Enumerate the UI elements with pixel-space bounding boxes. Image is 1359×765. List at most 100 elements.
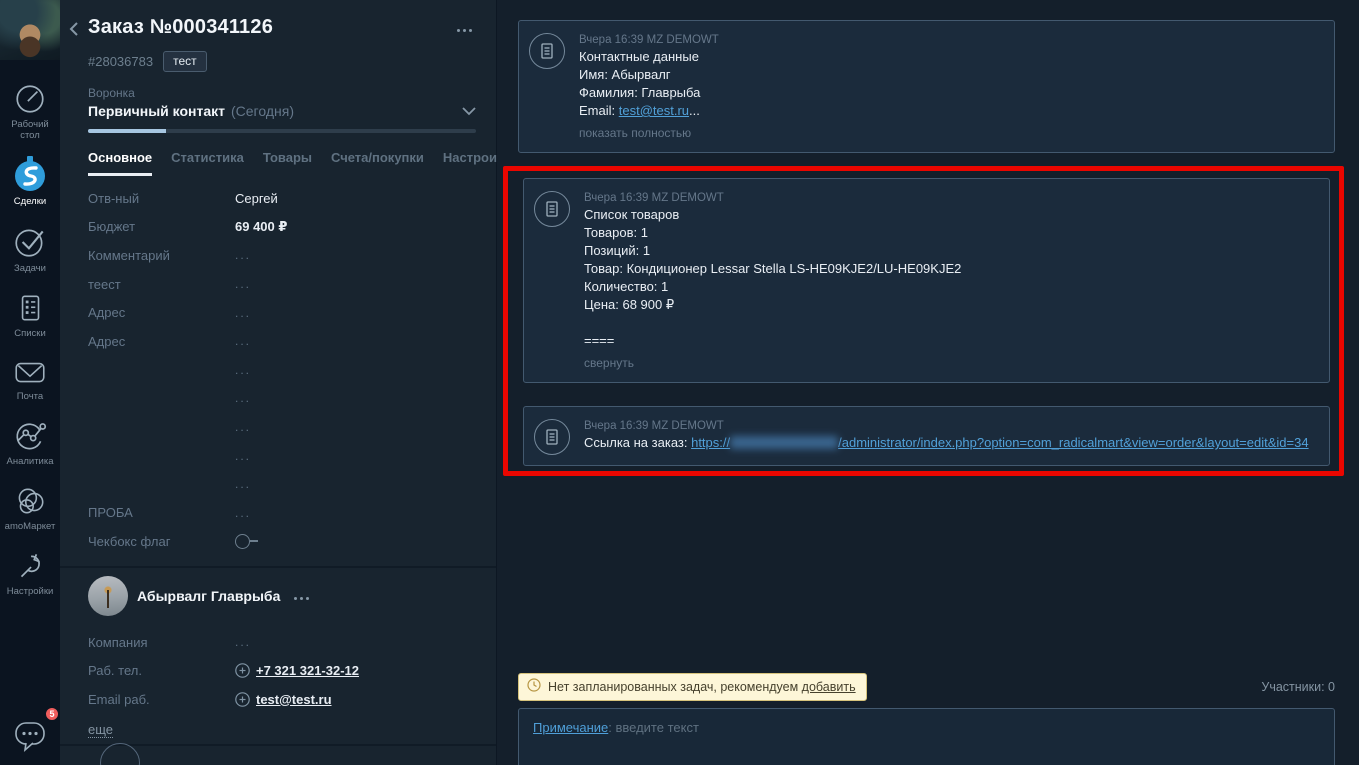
plus-circle-icon[interactable] — [235, 692, 250, 707]
stage-selector[interactable]: Первичный контакт (Сегодня) — [88, 103, 476, 119]
note-type-selector[interactable]: Примечание — [533, 720, 608, 735]
event-feed: Вчера 16:39 MZ DEMOWT Контактные данные … — [497, 0, 1359, 765]
lead-tag[interactable]: тест — [163, 51, 207, 72]
lead-header: Заказ №000341126 — [88, 0, 476, 39]
chat-unread-badge: 5 — [44, 706, 60, 722]
field-row: ... — [88, 356, 476, 385]
field-value[interactable]: ... — [235, 306, 251, 320]
collapse-link[interactable]: свернуть — [584, 354, 961, 372]
sidebar-item-label: Аналитика — [6, 456, 53, 467]
lead-tabs: Основное Статистика Товары Счета/покупки… — [88, 150, 476, 176]
note-timestamp: Вчера 16:39 MZ DEMOWT — [584, 190, 961, 206]
field-value[interactable]: Сергей — [235, 191, 278, 206]
sidebar-item-analytics[interactable]: Аналитика — [0, 419, 60, 467]
field-row: Бюджет69 400 ₽ — [88, 213, 476, 242]
note-input-placeholder: : введите текст — [608, 720, 699, 735]
page-title: Заказ №000341126 — [88, 16, 273, 39]
note-doc-icon — [529, 33, 565, 69]
user-avatar[interactable] — [0, 0, 60, 60]
stage-name: Первичный контакт — [88, 103, 225, 119]
lead-fields: Отв-ныйСергей Бюджет69 400 ₽ Комментарий… — [88, 184, 476, 556]
sidebar-item-mail[interactable]: Почта — [0, 356, 60, 402]
show-full-link[interactable]: показать полностью — [579, 124, 719, 142]
sidebar-item-market[interactable]: amoМаркет — [0, 484, 60, 532]
field-row: ... — [88, 441, 476, 470]
field-row: Email раб. test@test.ru — [88, 685, 476, 714]
market-icon — [12, 484, 48, 518]
sidebar-item-deals[interactable]: Сделки — [0, 155, 60, 207]
field-row: Чекбокс флаг — [88, 527, 476, 556]
show-more-link[interactable]: еще — [88, 722, 113, 738]
sidebar-item-label: Списки — [14, 328, 46, 339]
order-url-link[interactable]: https:///administrator/index.php?option=… — [691, 435, 1308, 450]
analytics-icon — [12, 419, 48, 453]
field-value[interactable]: ... — [235, 391, 251, 405]
chevron-down-icon[interactable] — [462, 104, 476, 119]
mail-icon — [12, 356, 48, 388]
dashboard-icon — [13, 82, 47, 116]
field-value[interactable]: ... — [235, 420, 251, 434]
sidebar-item-label: Настройки — [7, 586, 54, 597]
deals-icon — [12, 155, 48, 193]
contact-email-link[interactable]: test@test.ru — [256, 692, 332, 707]
contact-name[interactable]: Абырвалг Главрыба — [137, 588, 280, 604]
chat-button[interactable]: 5 — [10, 714, 50, 757]
field-row: Компания ... — [88, 628, 476, 657]
stage-progress-bar[interactable] — [88, 129, 476, 133]
sidebar-item-label: Сделки — [14, 196, 46, 207]
tab-invoices[interactable]: Счета/покупки — [331, 150, 424, 176]
field-value[interactable]: ... — [235, 248, 251, 262]
sidebar-item-label: Задачи — [14, 263, 46, 274]
tasks-icon — [12, 224, 48, 260]
feed-bottom-row: Нет запланированных задач, рекомендуем д… — [518, 673, 1335, 701]
contact-avatar[interactable] — [88, 576, 128, 616]
clock-icon — [527, 678, 541, 695]
sidebar-item-lists[interactable]: Списки — [0, 291, 60, 339]
sidebar-item-tasks[interactable]: Задачи — [0, 224, 60, 274]
feed-note-product-list[interactable]: Вчера 16:39 MZ DEMOWT Список товаров Тов… — [523, 178, 1330, 383]
note-input[interactable]: Примечание: введите текст — [518, 708, 1335, 765]
chat-icon — [10, 742, 50, 757]
company-value[interactable]: ... — [235, 635, 251, 649]
field-value[interactable]: ... — [235, 277, 251, 291]
add-task-link[interactable]: добавить — [802, 680, 856, 694]
sidebar-item-desktop[interactable]: Рабочий стол — [0, 82, 60, 141]
stage-note: (Сегодня) — [231, 103, 294, 119]
field-row: Раб. тел. +7 321 321-32-12 — [88, 656, 476, 685]
email-link[interactable]: test@test.ru — [619, 103, 689, 118]
field-row: Адрес... — [88, 298, 476, 327]
participants-count: Участники: 0 — [1261, 680, 1335, 694]
more-icon[interactable] — [291, 585, 312, 606]
divider — [60, 566, 496, 568]
tab-stats[interactable]: Статистика — [171, 150, 244, 176]
tab-main[interactable]: Основное — [88, 150, 152, 176]
field-value[interactable]: ... — [235, 449, 251, 463]
field-row: Комментарий... — [88, 241, 476, 270]
feed-note-contact-data[interactable]: Вчера 16:39 MZ DEMOWT Контактные данные … — [518, 20, 1335, 153]
checkbox-toggle[interactable] — [235, 534, 258, 549]
back-icon[interactable] — [68, 21, 80, 40]
field-row: ... — [88, 470, 476, 499]
contact-phone-link[interactable]: +7 321 321-32-12 — [256, 663, 359, 678]
feed-note-order-link[interactable]: Вчера 16:39 MZ DEMOWT Ссылка на заказ: h… — [523, 406, 1330, 466]
field-value[interactable]: ... — [235, 363, 251, 377]
field-value[interactable]: ... — [235, 506, 251, 520]
sidebar-item-label: amoМаркет — [5, 521, 56, 532]
field-value[interactable]: ... — [235, 334, 251, 348]
field-row: Отв-ныйСергей — [88, 184, 476, 213]
lists-icon — [13, 291, 47, 325]
add-entity-button[interactable] — [100, 743, 140, 765]
tab-products[interactable]: Товары — [263, 150, 312, 176]
sidebar-item-settings[interactable]: Настройки — [0, 549, 60, 597]
sidebar: Рабочий стол Сделки Задачи — [0, 0, 60, 765]
more-icon[interactable] — [453, 16, 476, 39]
field-value[interactable]: 69 400 ₽ — [235, 219, 287, 235]
field-row: Адрес... — [88, 327, 476, 356]
field-row: ПРОБА... — [88, 499, 476, 528]
plus-circle-icon[interactable] — [235, 663, 250, 678]
sidebar-item-label: Рабочий стол — [1, 119, 59, 141]
note-timestamp: Вчера 16:39 MZ DEMOWT — [579, 32, 719, 48]
field-value[interactable]: ... — [235, 477, 251, 491]
pipeline-label: Воронка — [88, 86, 476, 100]
stage-progress-fill — [88, 129, 166, 133]
